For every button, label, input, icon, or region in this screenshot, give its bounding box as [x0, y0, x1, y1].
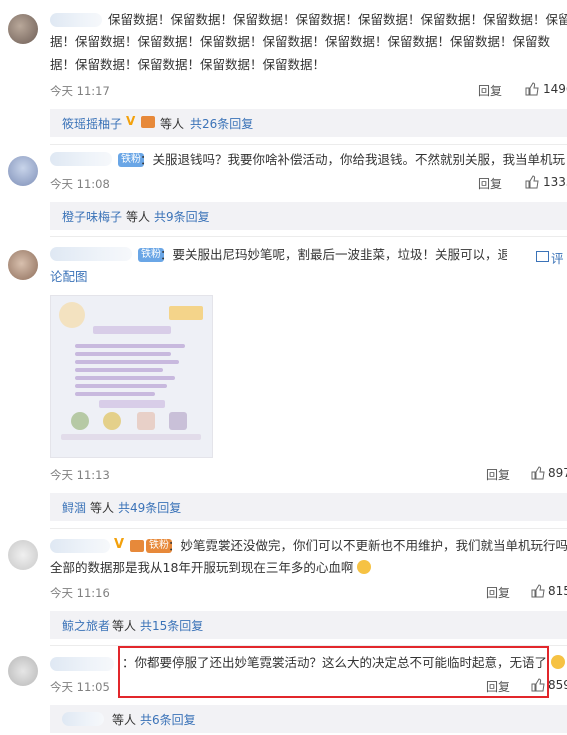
image-icon [536, 251, 549, 262]
username[interactable] [50, 247, 132, 261]
like-icon[interactable] [525, 82, 539, 96]
reply-count[interactable]: 共9条回复 [154, 208, 210, 225]
like-count: 815 [548, 584, 567, 598]
reply-others-label: 等人 [126, 210, 151, 224]
avatar[interactable] [8, 250, 38, 280]
comment-time: 今天 11:05 [50, 680, 110, 694]
like-count: 1496 [543, 82, 567, 96]
reply-others-label: 等人 [160, 117, 185, 131]
reply-count[interactable]: 共49条回复 [118, 499, 181, 516]
divider [50, 528, 567, 529]
divider [50, 236, 567, 237]
replies-summary[interactable]: 鲸之旅者 等人 共15条回复 [50, 611, 567, 639]
like-count: 859 [548, 678, 567, 692]
replies-summary[interactable]: 鲟涸 等人 共49条回复 [50, 493, 567, 521]
comment-time: 今天 11:17 [50, 84, 110, 98]
comment-text: ：关服退钱吗？我要你啥补偿活动，你给我退钱。不然就别关服，我当单机玩 [140, 152, 566, 167]
reply-user-name[interactable]: 橙子味梅子 [62, 208, 122, 225]
comment-image[interactable] [50, 295, 213, 458]
reply-count[interactable]: 共6条回复 [140, 711, 196, 728]
view-image-link[interactable]: 评 [551, 248, 564, 267]
comment-time: 今天 11:08 [50, 177, 110, 191]
avatar[interactable] [8, 656, 38, 686]
comment-time: 今天 11:13 [50, 468, 110, 482]
crying-emoji-icon [357, 560, 372, 574]
view-image-link[interactable]: 论配图 [50, 266, 567, 288]
reply-count[interactable]: 共15条回复 [140, 617, 203, 634]
comment-text: 据！保留数据！保留数据！保留数据！保留数据！ [50, 57, 326, 72]
verified-icon: V [114, 537, 125, 552]
comment-text: ：妙笔霓裳还没做完，你们可以不更新也不用维护，我们就当单机玩行吗？ [168, 538, 567, 553]
reply-button[interactable]: 回复 [486, 466, 510, 483]
vip-icon [130, 540, 144, 552]
replies-summary[interactable]: 等人 共6条回复 [50, 705, 567, 733]
username[interactable] [50, 13, 102, 27]
username[interactable] [50, 657, 114, 671]
reply-others-label: 等人 [90, 501, 115, 515]
comment-text: ：要关服出尼玛妙笔呢，割最后一波韭菜，垃圾！关服可以，退钱！ [160, 247, 507, 262]
like-count: 897 [548, 466, 567, 480]
replies-summary[interactable]: 橙子味梅子 等人 共9条回复 [50, 202, 567, 230]
comment-text: 据！保留数据！保留数据！保留数据！保留数据！保留数据！保留数据！保留数据！保留数 [50, 34, 551, 49]
like-count: 1335 [543, 175, 567, 189]
highlight-box [118, 646, 549, 698]
reply-user-name[interactable]: 鲸之旅者 [62, 617, 110, 634]
username[interactable] [50, 152, 112, 166]
reply-user-name[interactable] [62, 712, 104, 726]
like-icon[interactable] [531, 584, 545, 598]
avatar[interactable] [8, 156, 38, 186]
avatar[interactable] [8, 14, 38, 44]
reply-button[interactable]: 回复 [478, 82, 502, 99]
reply-others-label: 等人 [112, 713, 137, 727]
comment-text: 全部的数据那是我从18年开服玩到现在三年多的心血啊 [50, 557, 567, 579]
like-icon[interactable] [525, 175, 539, 189]
reply-user-name[interactable]: 鲟涸 [62, 499, 86, 516]
comment-text: 保留数据！保留数据！保留数据！保留数据！保留数据！保留数据！保留数据！保留数 [108, 12, 567, 27]
avatar[interactable] [8, 540, 38, 570]
replies-summary[interactable]: 筱瑶摇柚子 V 等人 共26条回复 [50, 109, 567, 137]
username[interactable] [50, 539, 110, 553]
divider [50, 144, 567, 145]
like-icon[interactable] [531, 466, 545, 480]
verified-icon: V [126, 114, 136, 128]
reply-button[interactable]: 回复 [486, 584, 510, 601]
reply-user-name[interactable]: 筱瑶摇柚子 [62, 115, 122, 132]
vip-icon [141, 116, 155, 128]
reply-others-label: 等人 [112, 619, 137, 633]
reply-count[interactable]: 共26条回复 [190, 115, 253, 132]
reply-button[interactable]: 回复 [478, 175, 502, 192]
frown-emoji-icon [551, 655, 565, 669]
comment-time: 今天 11:16 [50, 586, 110, 600]
